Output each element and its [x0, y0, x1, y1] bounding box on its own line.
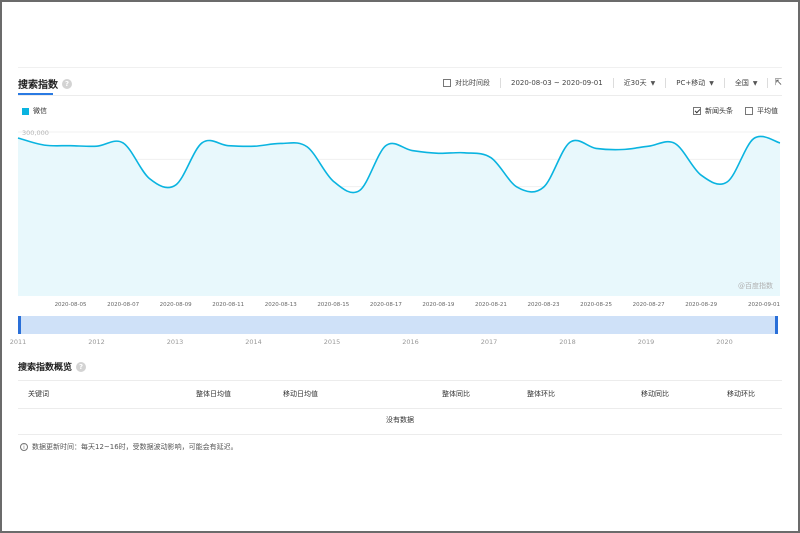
x-tick-label: 2020-08-15	[317, 302, 349, 308]
x-tick-label: 2020-08-07	[107, 302, 139, 308]
update-note: i 数据更新时间：每天12~16时，受数据波动影响，可能会有延迟。	[20, 442, 238, 452]
timeline-year-label: 2015	[324, 338, 341, 346]
col-overall-mom: 整体环比	[527, 390, 555, 398]
timeline-left-handle[interactable]	[18, 316, 21, 334]
col-mobile-yoy: 移动同比	[641, 390, 669, 398]
question-icon[interactable]: ?	[76, 361, 87, 372]
col-mobile-daily-avg: 移动日均值	[283, 390, 318, 398]
x-tick-label: 2020-08-25	[580, 302, 612, 308]
timeline-year-label: 2014	[245, 338, 262, 346]
info-icon: i	[20, 443, 28, 451]
x-tick-label: 2020-08-19	[422, 302, 454, 308]
timeline-year-label: 2018	[559, 338, 576, 346]
timeline-range-fill[interactable]	[18, 316, 778, 334]
x-tick-label: 2020-08-09	[160, 302, 192, 308]
timeline-year-label: 2016	[402, 338, 419, 346]
timeline-year-label: 2019	[638, 338, 655, 346]
baidu-index-watermark: @百度指数	[738, 281, 773, 290]
x-tick-label: 2020-08-29	[685, 302, 717, 308]
timeline-year-label: 2020	[716, 338, 733, 346]
table-bottom-border	[18, 434, 782, 435]
update-note-text: 数据更新时间：每天12~16时，受数据波动影响，可能会有延迟。	[32, 443, 238, 451]
x-tick-label: 2020-08-27	[633, 302, 665, 308]
timeline-right-handle[interactable]	[775, 316, 778, 334]
x-tick-label: 2020-08-23	[528, 302, 560, 308]
x-tick-label: 2020-08-17	[370, 302, 402, 308]
timeline-year-label: 2012	[88, 338, 105, 346]
timeline-year-label: 2011	[10, 338, 27, 346]
col-keyword: 关键词	[28, 390, 49, 398]
timeline-year-label: 2017	[481, 338, 498, 346]
table-top-border	[18, 380, 782, 381]
overview-title-text: 搜索指数概览	[18, 363, 73, 373]
x-axis-ticks: 2020-08-05 2020-08-07 2020-08-09 2020-08-11…	[55, 302, 780, 308]
timeline-year-label: 2013	[167, 338, 184, 346]
col-overall-daily-avg: 整体日均值	[196, 390, 231, 398]
timeline-year-ticks: 2011 2012 2013 2014 2015 2016 2017 2018 2019 2020	[10, 338, 733, 346]
trend-chart: 300,000250,000200,000150,000100,00050,00…	[10, 129, 781, 346]
overview-title: 搜索指数概览 ?	[18, 360, 87, 373]
table-header-border	[18, 408, 782, 409]
x-tick-label: 2020-08-13	[265, 302, 297, 308]
y-tick-label: 300,000	[22, 129, 49, 137]
x-tick-label: 2020-08-21	[475, 302, 507, 308]
col-overall-yoy: 整体同比	[442, 390, 470, 398]
x-tick-label: 2020-08-05	[55, 302, 87, 308]
x-tick-label: 2020-08-11	[212, 302, 244, 308]
x-tick-label: 2020-09-01	[748, 302, 780, 308]
col-mobile-mom: 移动环比	[727, 390, 755, 398]
table-empty-message: 没有数据	[386, 416, 414, 424]
trend-area	[18, 136, 780, 296]
